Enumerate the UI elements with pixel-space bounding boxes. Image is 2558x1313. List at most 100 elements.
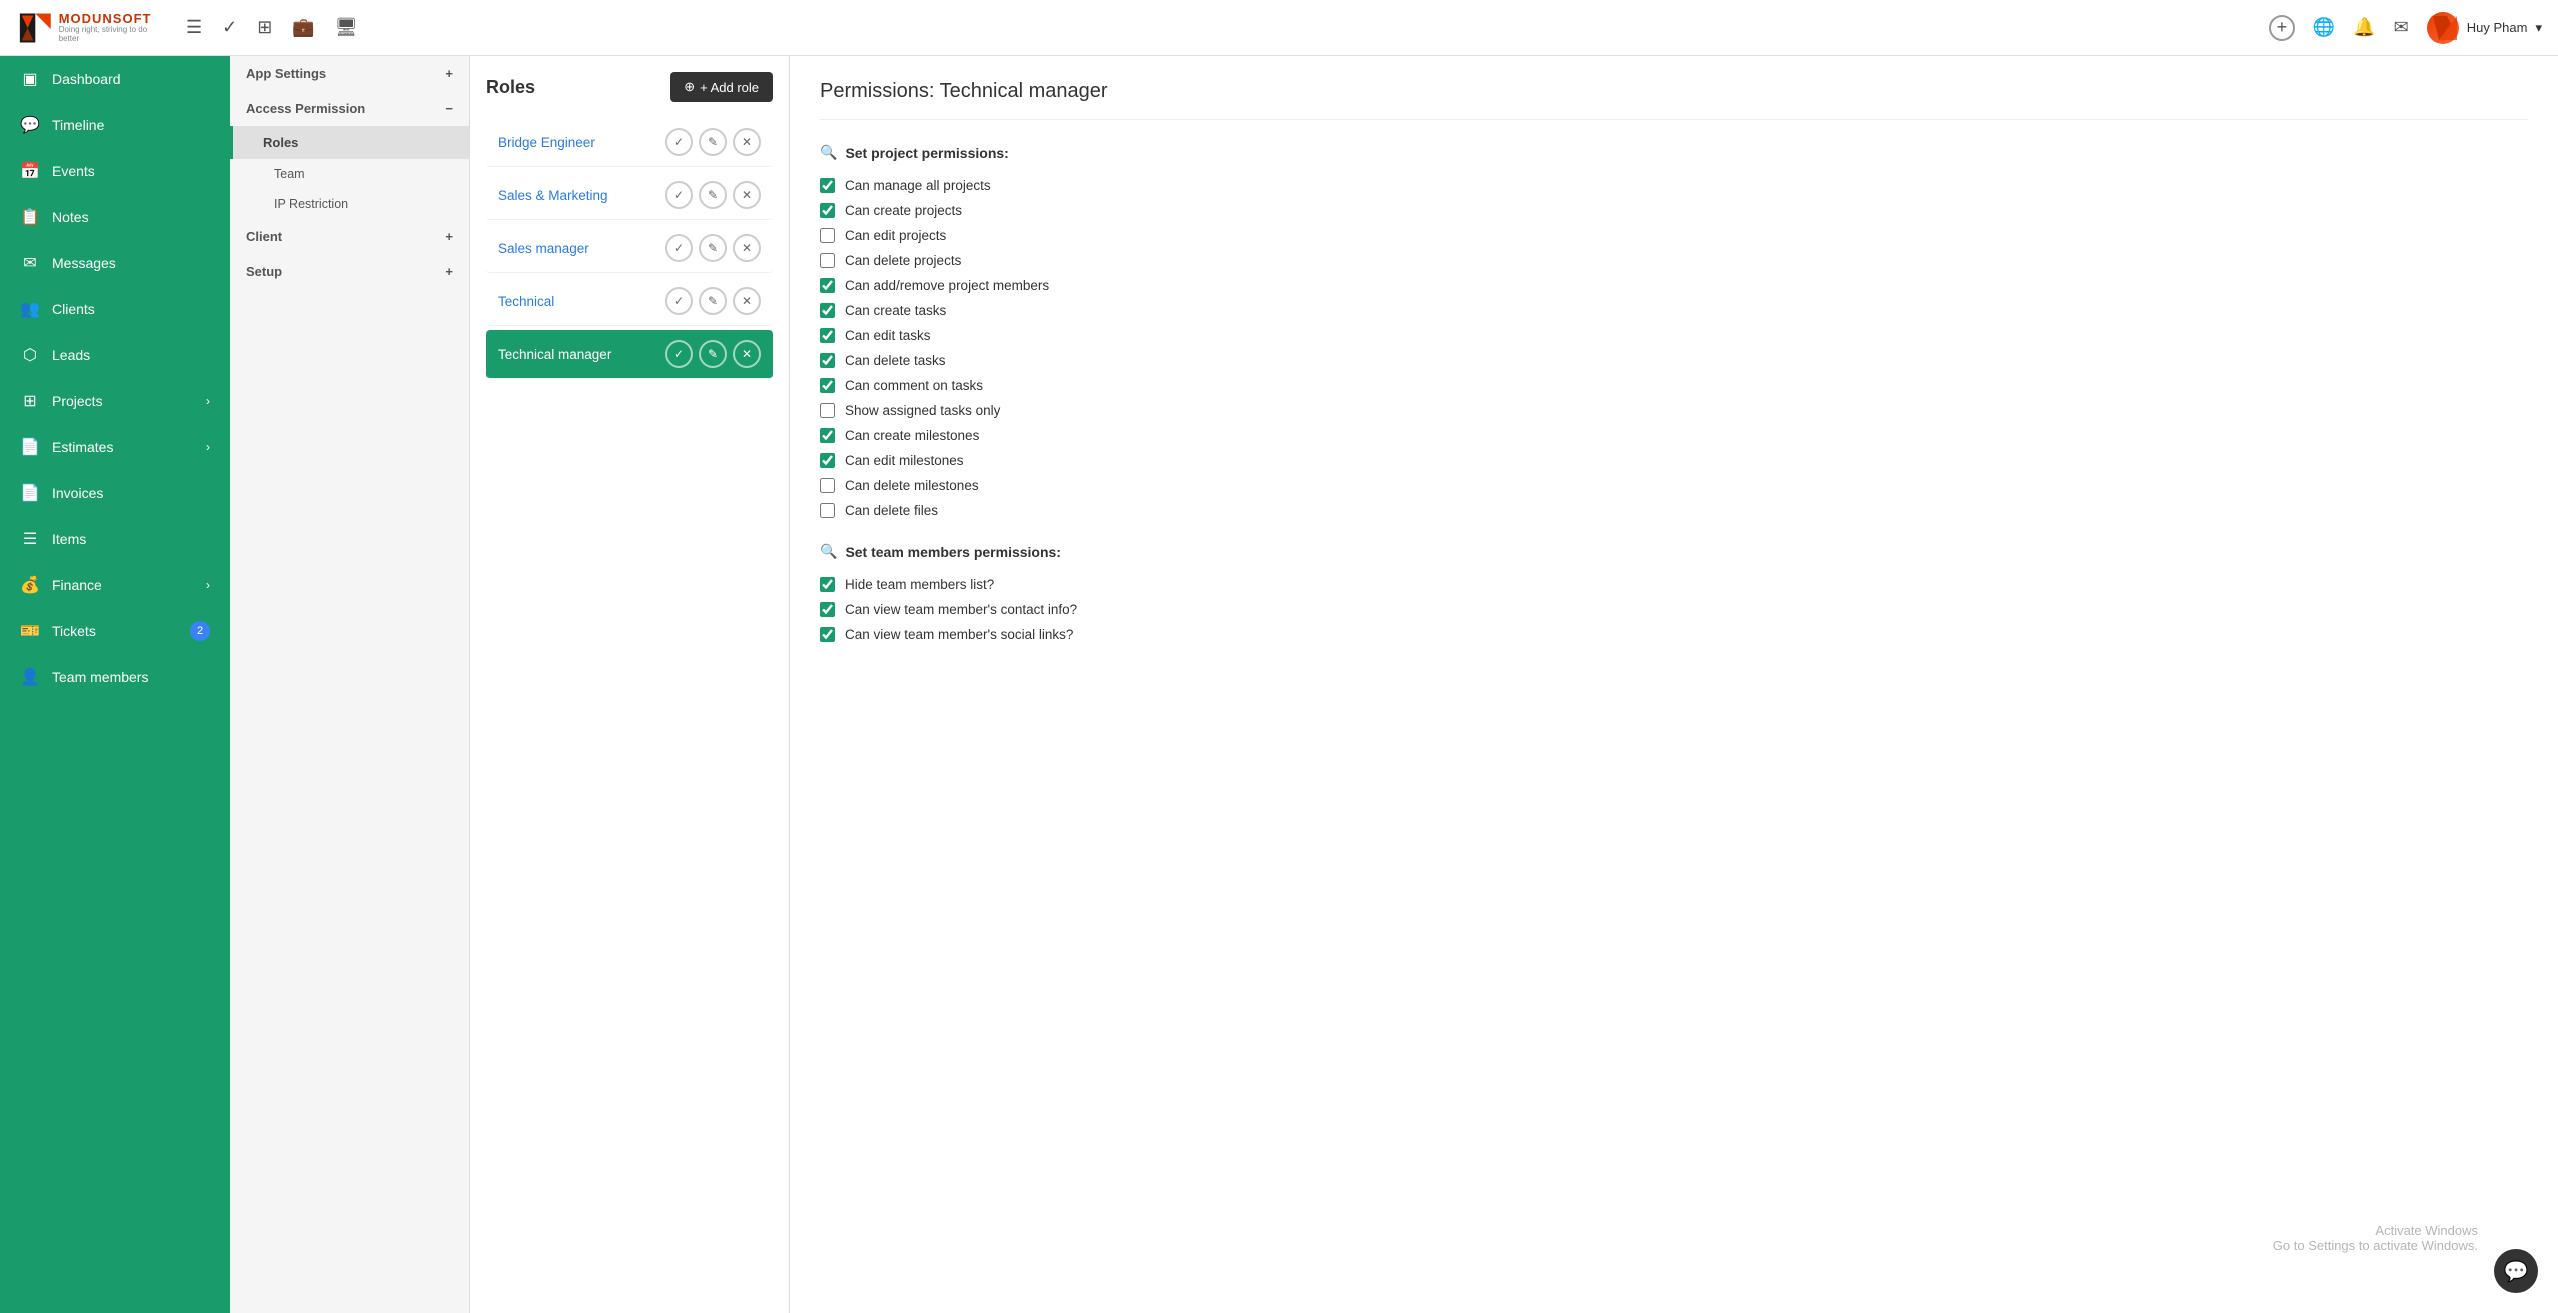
- role-name-technical: Technical: [498, 294, 665, 309]
- nav-grid-icon[interactable]: ⊞: [257, 17, 272, 38]
- sidebar-label-items: Items: [52, 531, 210, 547]
- role-edit-btn-technical[interactable]: ✎: [699, 287, 727, 315]
- perm-edit-projects[interactable]: Can edit projects: [820, 223, 2528, 248]
- checkbox-delete-milestones[interactable]: [820, 478, 835, 493]
- sidebar-item-invoices[interactable]: 📄 Invoices: [0, 470, 230, 516]
- checkbox-view-contact-info[interactable]: [820, 602, 835, 617]
- role-edit-btn-technical-manager[interactable]: ✎: [699, 340, 727, 368]
- role-check-btn-bridge-engineer[interactable]: ✓: [665, 128, 693, 156]
- sidebar-item-leads[interactable]: ⬡ Leads: [0, 332, 230, 378]
- projects-icon: ⊞: [20, 391, 40, 411]
- nav-list-icon[interactable]: ☰: [186, 17, 202, 38]
- sidebar-item-dashboard[interactable]: ▣ Dashboard: [0, 56, 230, 102]
- perm-view-contact-info[interactable]: Can view team member's contact info?: [820, 597, 2528, 622]
- perm-delete-files[interactable]: Can delete files: [820, 498, 2528, 523]
- perm-delete-milestones[interactable]: Can delete milestones: [820, 473, 2528, 498]
- sidebar-item-clients[interactable]: 👥 Clients: [0, 286, 230, 332]
- nav-check-icon[interactable]: ✓: [222, 17, 237, 38]
- perm-assigned-tasks-only[interactable]: Show assigned tasks only: [820, 398, 2528, 423]
- role-delete-btn-bridge-engineer[interactable]: ✕: [733, 128, 761, 156]
- perm-manage-all-projects[interactable]: Can manage all projects: [820, 173, 2528, 198]
- role-item-sales-manager[interactable]: Sales manager ✓ ✎ ✕: [486, 224, 773, 273]
- sidebar-item-timeline[interactable]: 💬 Timeline: [0, 102, 230, 148]
- chat-bubble-button[interactable]: 💬: [2494, 1249, 2538, 1293]
- checkbox-comment-tasks[interactable]: [820, 378, 835, 393]
- perm-create-milestones[interactable]: Can create milestones: [820, 423, 2528, 448]
- checkbox-create-tasks[interactable]: [820, 303, 835, 318]
- sec-item-roles[interactable]: Roles: [230, 126, 469, 159]
- perm-create-tasks[interactable]: Can create tasks: [820, 298, 2528, 323]
- sidebar-item-notes[interactable]: 📋 Notes: [0, 194, 230, 240]
- role-check-btn-sales-marketing[interactable]: ✓: [665, 181, 693, 209]
- role-edit-btn-bridge-engineer[interactable]: ✎: [699, 128, 727, 156]
- sidebar-item-events[interactable]: 📅 Events: [0, 148, 230, 194]
- checkbox-view-social-links[interactable]: [820, 627, 835, 642]
- globe-icon[interactable]: 🌐: [2313, 17, 2335, 38]
- sidebar-label-timeline: Timeline: [52, 117, 210, 133]
- checkbox-add-remove-members[interactable]: [820, 278, 835, 293]
- add-role-button[interactable]: ⊕ + Add role: [670, 72, 773, 102]
- checkbox-edit-milestones[interactable]: [820, 453, 835, 468]
- role-actions-technical-manager: ✓ ✎ ✕: [665, 340, 761, 368]
- perm-comment-tasks[interactable]: Can comment on tasks: [820, 373, 2528, 398]
- perm-view-social-links[interactable]: Can view team member's social links?: [820, 622, 2528, 647]
- estimates-arrow-icon: ›: [206, 440, 210, 454]
- add-icon[interactable]: +: [2269, 15, 2295, 41]
- nav-monitor-icon[interactable]: 🖥: [335, 17, 358, 38]
- setup-header[interactable]: Setup +: [230, 254, 469, 289]
- app-settings-header[interactable]: App Settings +: [230, 56, 469, 91]
- role-delete-btn-technical[interactable]: ✕: [733, 287, 761, 315]
- sidebar-item-messages[interactable]: ✉ Messages: [0, 240, 230, 286]
- sidebar-item-projects[interactable]: ⊞ Projects ›: [0, 378, 230, 424]
- access-permission-header[interactable]: Access Permission −: [230, 91, 469, 126]
- checkbox-delete-projects[interactable]: [820, 253, 835, 268]
- sidebar-item-tickets[interactable]: 🎫 Tickets 2: [0, 608, 230, 654]
- mail-icon[interactable]: ✉: [2394, 17, 2409, 38]
- checkbox-manage-all-projects[interactable]: [820, 178, 835, 193]
- timeline-icon: 💬: [20, 115, 40, 135]
- role-actions-sales-marketing: ✓ ✎ ✕: [665, 181, 761, 209]
- sec-item-ip-restriction[interactable]: IP Restriction: [230, 189, 469, 219]
- perm-delete-projects[interactable]: Can delete projects: [820, 248, 2528, 273]
- role-edit-btn-sales-marketing[interactable]: ✎: [699, 181, 727, 209]
- perm-delete-tasks[interactable]: Can delete tasks: [820, 348, 2528, 373]
- checkbox-delete-tasks[interactable]: [820, 353, 835, 368]
- role-edit-btn-sales-manager[interactable]: ✎: [699, 234, 727, 262]
- checkbox-edit-tasks[interactable]: [820, 328, 835, 343]
- role-item-sales-marketing[interactable]: Sales & Marketing ✓ ✎ ✕: [486, 171, 773, 220]
- role-item-technical[interactable]: Technical ✓ ✎ ✕: [486, 277, 773, 326]
- sidebar-item-finance[interactable]: 💰 Finance ›: [0, 562, 230, 608]
- checkbox-edit-projects[interactable]: [820, 228, 835, 243]
- role-check-btn-technical-manager[interactable]: ✓: [665, 340, 693, 368]
- perm-hide-team-list[interactable]: Hide team members list?: [820, 572, 2528, 597]
- role-check-btn-technical[interactable]: ✓: [665, 287, 693, 315]
- role-delete-btn-sales-manager[interactable]: ✕: [733, 234, 761, 262]
- nav-briefcase-icon[interactable]: 💼: [292, 17, 314, 38]
- perm-create-projects[interactable]: Can create projects: [820, 198, 2528, 223]
- checkbox-create-projects[interactable]: [820, 203, 835, 218]
- logo[interactable]: MODUNSOFT Doing right, striving to do be…: [16, 9, 166, 47]
- sidebar-item-items[interactable]: ☰ Items: [0, 516, 230, 562]
- bell-icon[interactable]: 🔔: [2353, 17, 2375, 38]
- sec-item-team[interactable]: Team: [230, 159, 469, 189]
- sidebar-item-estimates[interactable]: 📄 Estimates ›: [0, 424, 230, 470]
- role-item-bridge-engineer[interactable]: Bridge Engineer ✓ ✎ ✕: [486, 118, 773, 167]
- checkbox-delete-files[interactable]: [820, 503, 835, 518]
- perm-add-remove-members[interactable]: Can add/remove project members: [820, 273, 2528, 298]
- user-menu[interactable]: Huy Pham ▾: [2427, 12, 2542, 44]
- sidebar-label-leads: Leads: [52, 347, 210, 363]
- perm-edit-tasks[interactable]: Can edit tasks: [820, 323, 2528, 348]
- client-header[interactable]: Client +: [230, 219, 469, 254]
- perm-edit-milestones[interactable]: Can edit milestones: [820, 448, 2528, 473]
- role-delete-btn-technical-manager[interactable]: ✕: [733, 340, 761, 368]
- role-delete-btn-sales-marketing[interactable]: ✕: [733, 181, 761, 209]
- sidebar-item-team-members[interactable]: 👤 Team members: [0, 654, 230, 700]
- app-settings-plus-icon: +: [445, 66, 453, 81]
- sidebar-label-estimates: Estimates: [52, 439, 194, 455]
- role-check-btn-sales-manager[interactable]: ✓: [665, 234, 693, 262]
- checkbox-create-milestones[interactable]: [820, 428, 835, 443]
- checkbox-assigned-tasks-only[interactable]: [820, 403, 835, 418]
- role-item-technical-manager[interactable]: Technical manager ✓ ✎ ✕: [486, 330, 773, 379]
- checkbox-hide-team-list[interactable]: [820, 577, 835, 592]
- sidebar-label-finance: Finance: [52, 577, 194, 593]
